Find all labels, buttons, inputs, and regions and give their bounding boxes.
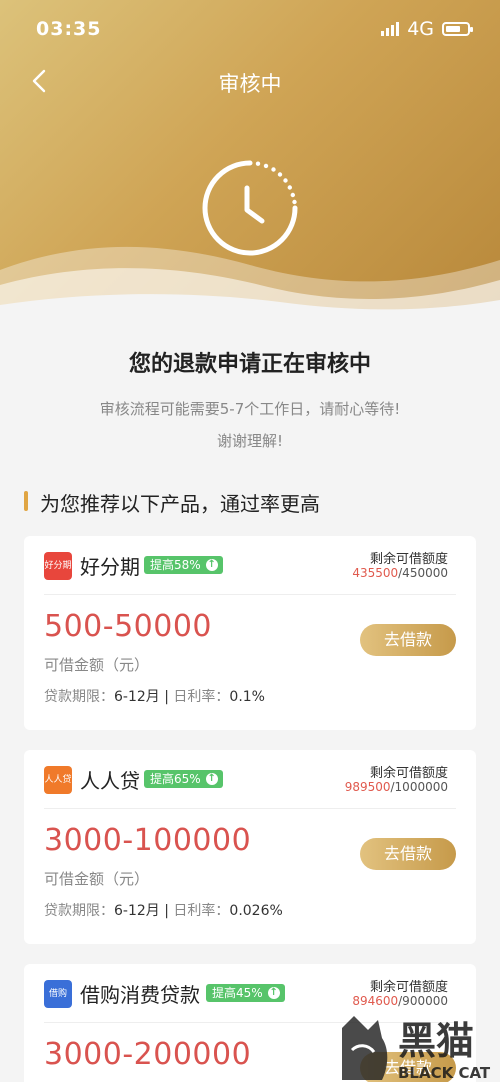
loan-amount: 3000-100000 xyxy=(44,823,252,858)
remain-total: /450000 xyxy=(398,566,448,580)
borrow-button[interactable]: 去借款 xyxy=(360,624,456,656)
loan-terms: 贷款期限：6-12月 | 日利率：0.1% xyxy=(44,689,265,705)
loan-amount: 3000-200000 xyxy=(44,1037,252,1072)
status-thanks: 谢谢理解! xyxy=(216,432,283,450)
signal-icon xyxy=(381,22,400,36)
product-name: 人人贷 xyxy=(80,769,140,793)
remain-total: /1000000 xyxy=(390,780,449,794)
remain-label: 剩余可借额度 xyxy=(369,552,448,567)
watermark-text: 黑猫 xyxy=(398,1019,474,1063)
term-value: 6-12月 xyxy=(114,689,160,705)
rate-badge: 提高65% ↑ xyxy=(144,770,223,788)
watermark-subtext: BLACK CAT xyxy=(398,1064,491,1082)
arrow-up-icon: ↑ xyxy=(205,773,218,785)
remain-used: 989500 xyxy=(344,780,391,794)
product-logo: 人人贷 xyxy=(44,766,72,794)
remain-used: 894600 xyxy=(352,994,399,1008)
network-label: 4G xyxy=(407,18,434,40)
remain-used: 435500 xyxy=(352,566,399,580)
clock-icon xyxy=(202,160,298,256)
arrow-up-icon: ↑ xyxy=(205,559,218,571)
term-label: 贷款期限： xyxy=(44,903,114,919)
remain-label: 剩余可借额度 xyxy=(369,980,448,995)
status-bar: 03:35 4G xyxy=(0,0,500,60)
remain-value: 435500/450000 xyxy=(352,566,448,580)
blackcat-logo: 黑猫 BLACK CAT xyxy=(342,1016,491,1082)
borrow-button[interactable]: 去借款 xyxy=(360,838,456,870)
remain-value: 989500/1000000 xyxy=(345,780,448,794)
rate-value: 0.1% xyxy=(229,689,265,705)
rate-badge: 提高58% ↑ xyxy=(144,556,223,574)
remain-total: /900000 xyxy=(398,994,448,1008)
battery-icon xyxy=(442,22,473,36)
badge-label: 提高65% xyxy=(150,772,201,786)
product-name: 好分期 xyxy=(80,555,140,579)
term-value: 6-12月 xyxy=(114,903,160,919)
remain-label: 剩余可借额度 xyxy=(369,766,448,781)
badge-label: 提高45% xyxy=(212,986,263,1000)
loan-amount: 500-50000 xyxy=(44,609,213,644)
product-card: 好分期 好分期 提高58% ↑ 剩余可借额度 435500/450000 500… xyxy=(24,536,476,730)
page-title: 审核中 xyxy=(218,72,282,96)
rate-label: 日利率： xyxy=(173,689,230,705)
rate-label: 日利率： xyxy=(173,903,230,919)
term-label: 贷款期限： xyxy=(44,689,114,705)
divider xyxy=(44,808,456,809)
rate-value: 0.026% xyxy=(229,903,283,919)
product-logo: 借购 xyxy=(44,980,72,1008)
blackcat-watermark: 黑猫 BLACK CAT xyxy=(338,1010,500,1082)
product-logo: 好分期 xyxy=(44,552,72,580)
arrow-up-icon: ↑ xyxy=(267,987,280,999)
product-card: 人人贷 人人贷 提高65% ↑ 剩余可借额度 989500/1000000 30… xyxy=(24,750,476,944)
badge-label: 提高58% xyxy=(150,558,201,572)
status-title: 您的退款申请正在审核中 xyxy=(128,352,371,377)
status-desc: 审核流程可能需要5-7个工作日，请耐心等待! xyxy=(99,400,401,418)
loan-amount-label: 可借金额（元） xyxy=(44,870,150,888)
divider xyxy=(44,594,456,595)
status-time: 03:35 xyxy=(36,18,102,40)
loan-amount-label: 可借金额（元） xyxy=(44,656,150,674)
loan-terms: 贷款期限：6-12月 | 日利率：0.026% xyxy=(44,903,283,919)
nav-bar: 审核中 xyxy=(0,60,500,104)
rate-badge: 提高45% ↑ xyxy=(206,984,285,1002)
remain-value: 894600/900000 xyxy=(352,994,448,1008)
section-title: 为您推荐以下产品，通过率更高 xyxy=(24,488,320,517)
product-name: 借购消费贷款 xyxy=(80,983,200,1007)
